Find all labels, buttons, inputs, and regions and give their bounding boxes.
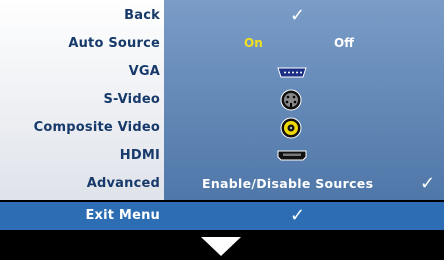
menu-item-value: ✓: [164, 2, 444, 30]
menu-item-composite-video[interactable]: Composite Video: [0, 114, 444, 142]
menu-item-back[interactable]: Back ✓: [0, 2, 444, 30]
down-arrow-icon[interactable]: [201, 237, 241, 256]
check-icon: ✓: [290, 5, 306, 26]
menu-item-label: Auto Source: [68, 36, 160, 51]
menu-item-value: Enable/Disable Sources ✓: [164, 170, 444, 198]
menu-item-value: [164, 86, 444, 114]
menu-item-value: [164, 142, 444, 170]
auto-source-on-option[interactable]: On: [244, 36, 263, 50]
menu-panel: Back ✓ Auto Source On Off VGA S-Video Co…: [0, 0, 444, 200]
menu-item-label: Back: [124, 8, 160, 23]
menu-item-label: HDMI: [119, 148, 160, 163]
menu-item-value: On Off: [164, 30, 444, 58]
menu-item-label: S-Video: [103, 92, 160, 107]
check-icon: ✓: [420, 173, 436, 194]
svideo-connector-icon: [280, 89, 302, 111]
menu-item-label: Composite Video: [33, 120, 160, 135]
menu-item-value: ✓: [164, 202, 444, 230]
menu-item-auto-source[interactable]: Auto Source On Off: [0, 30, 444, 58]
vga-connector-icon: [277, 67, 307, 78]
menu-item-value: [164, 114, 444, 142]
hdmi-connector-icon: [277, 150, 307, 161]
menu-item-exit-menu[interactable]: Exit Menu ✓: [0, 202, 444, 230]
auto-source-off-option[interactable]: Off: [334, 36, 354, 50]
composite-video-connector-icon: [280, 117, 302, 139]
enable-disable-sources-label: Enable/Disable Sources: [202, 176, 374, 191]
menu-item-label: VGA: [128, 64, 160, 79]
menu-item-vga[interactable]: VGA: [0, 58, 444, 86]
menu-item-label: Advanced: [86, 176, 160, 191]
menu-item-advanced[interactable]: Advanced Enable/Disable Sources ✓: [0, 170, 444, 198]
menu-item-value: [164, 58, 444, 86]
check-icon: ✓: [290, 205, 306, 226]
menu-item-label: Exit Menu: [85, 208, 160, 223]
osd-menu: Back ✓ Auto Source On Off VGA S-Video Co…: [0, 0, 444, 260]
menu-item-hdmi[interactable]: HDMI: [0, 142, 444, 170]
menu-item-s-video[interactable]: S-Video: [0, 86, 444, 114]
menu-footer: [0, 230, 444, 260]
